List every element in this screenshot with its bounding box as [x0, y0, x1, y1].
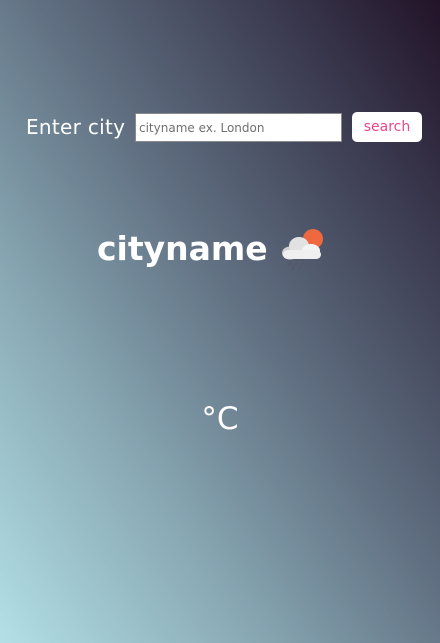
sun-behind-rain-cloud-icon — [282, 229, 323, 271]
city-header: cityname — [0, 226, 440, 272]
temperature-display: °C — [0, 400, 440, 438]
search-button[interactable]: search — [352, 112, 422, 142]
search-bar: Enter city search — [0, 112, 440, 143]
city-search-input[interactable] — [135, 113, 342, 142]
city-name: cityname — [97, 229, 268, 268]
city-input-label: Enter city — [26, 115, 126, 139]
temperature-unit: °C — [201, 401, 239, 437]
